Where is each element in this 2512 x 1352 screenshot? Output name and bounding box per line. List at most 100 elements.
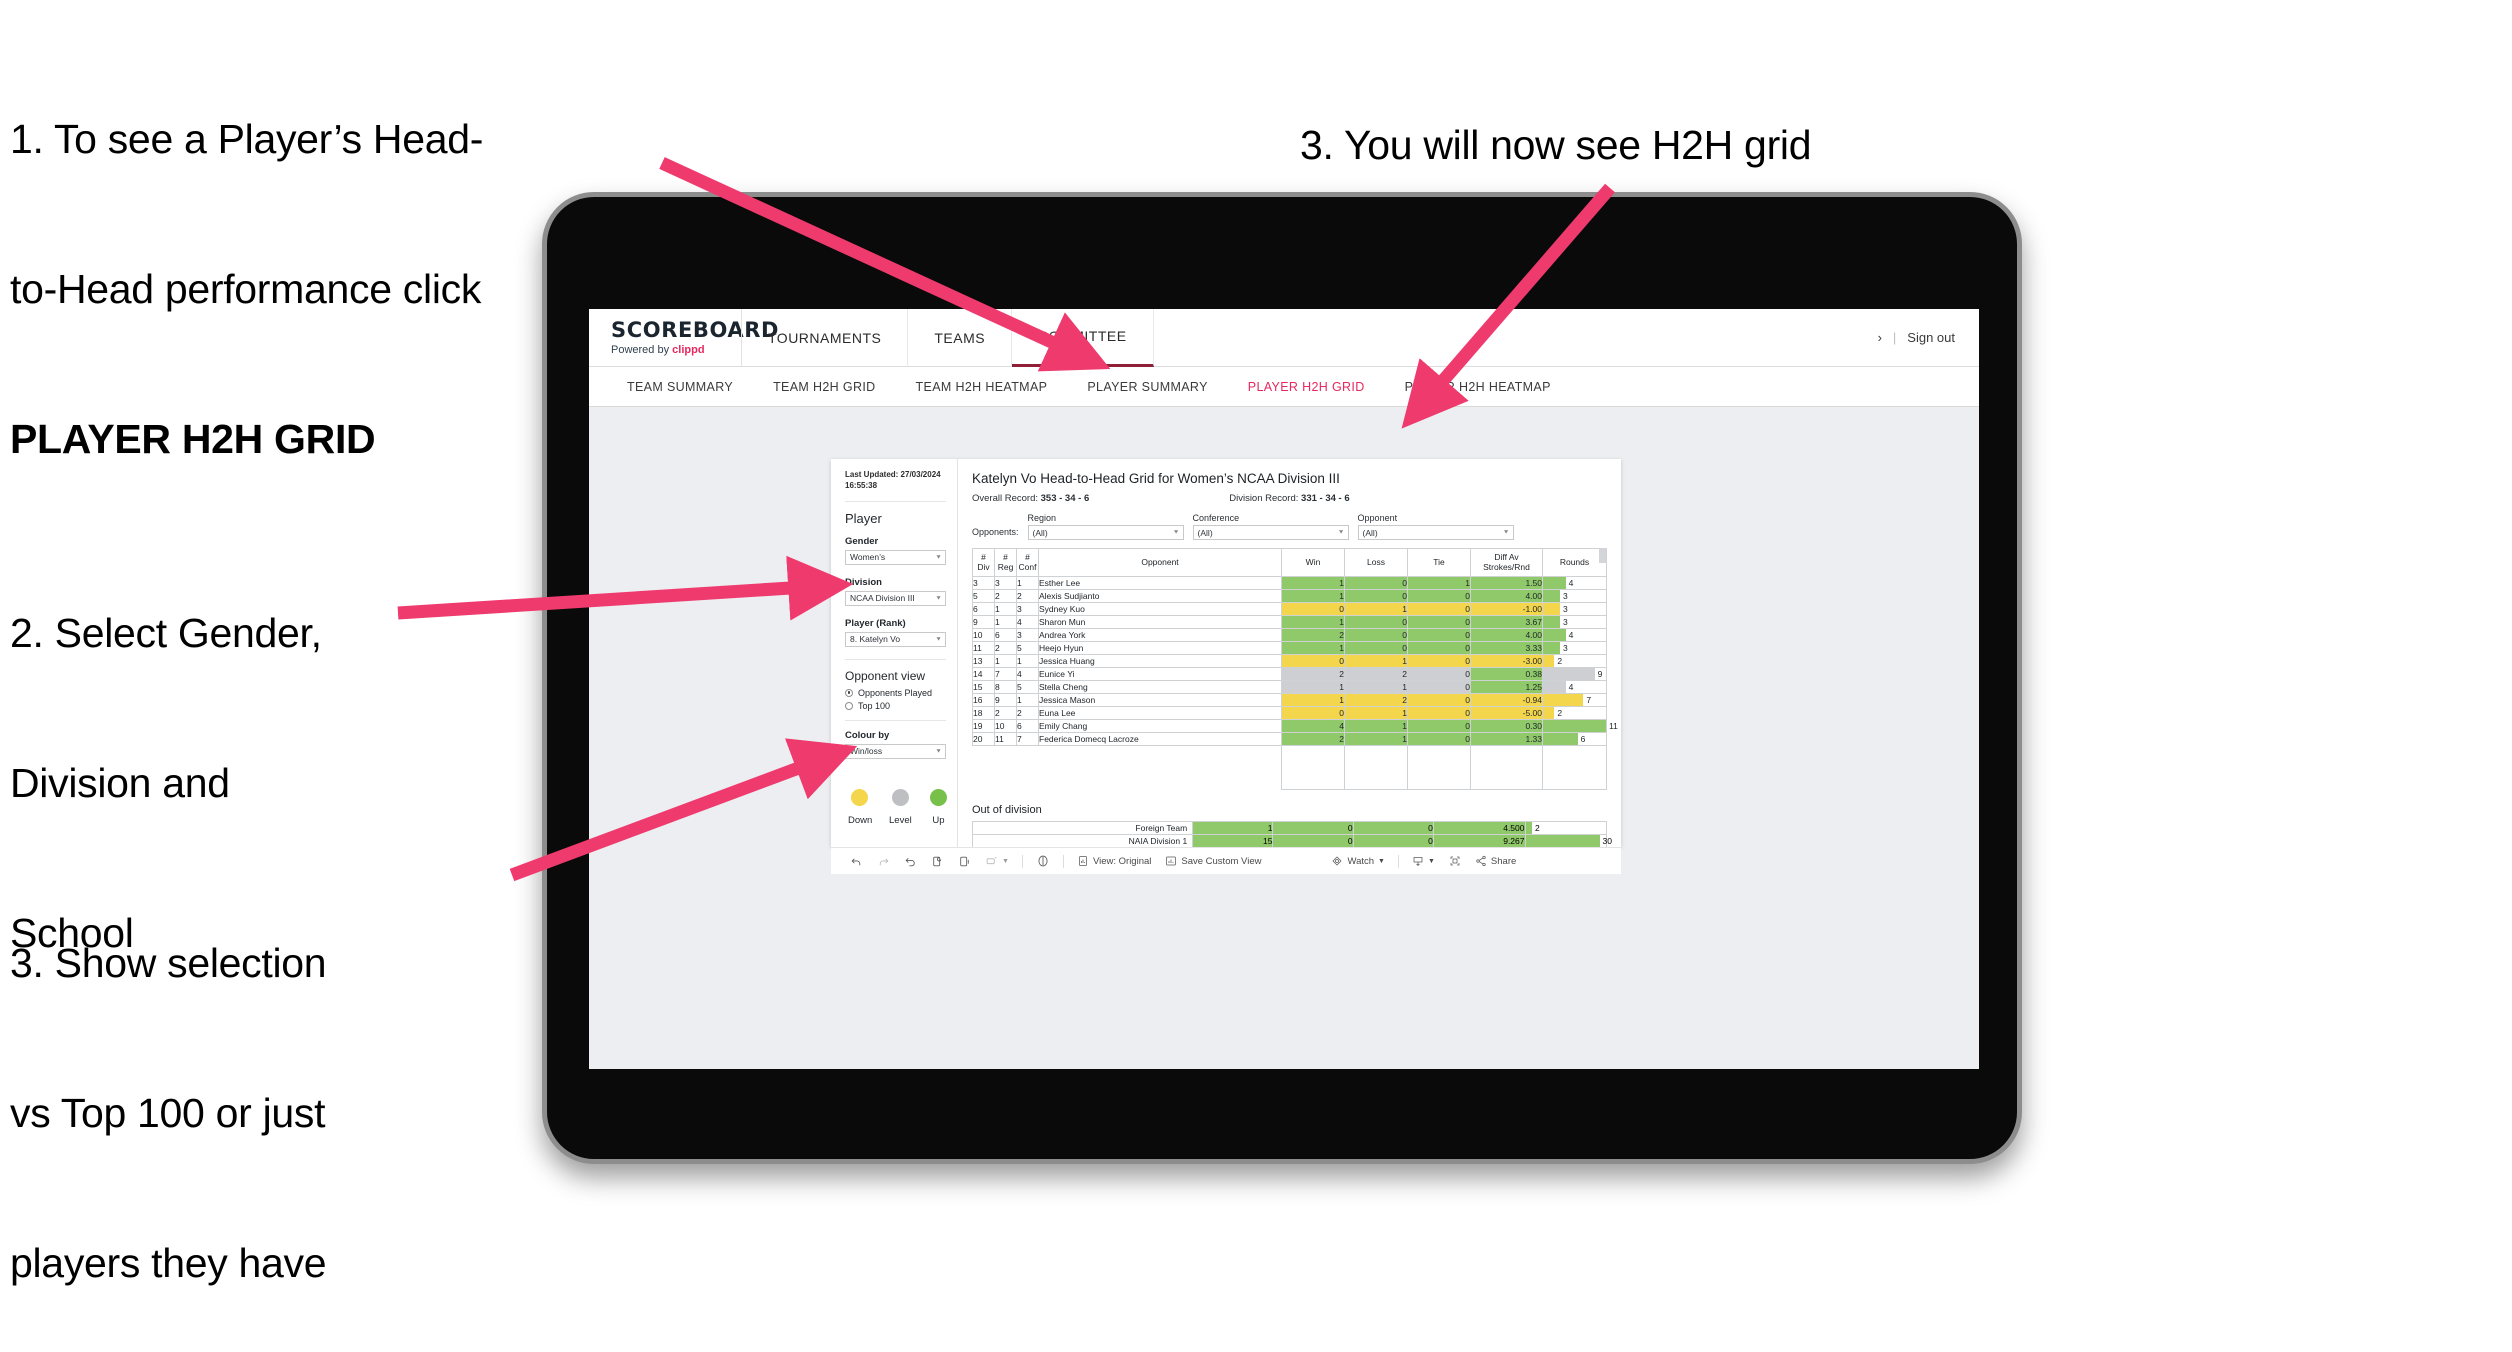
player-rank-select[interactable]: 8. Katelyn Vo ▼	[845, 631, 946, 647]
cell-reg: 2	[994, 706, 1017, 720]
col-header-loss[interactable]: Loss	[1344, 548, 1408, 577]
opponent-select[interactable]: (All) ▼	[1357, 525, 1514, 540]
cell-div: 19	[972, 719, 995, 733]
fullscreen-button[interactable]	[1442, 855, 1468, 867]
col-header-diff-l2: Strokes/Rnd	[1483, 561, 1530, 572]
legend-dot-up	[930, 788, 947, 806]
table-row[interactable]: 11 2 5 Heejo Hyun 1 0 0 3.33 3	[972, 641, 1607, 655]
legend-label-down: Down	[848, 814, 873, 826]
table-scrollbar[interactable]	[1599, 548, 1606, 563]
table-row[interactable]: 9 1 4 Sharon Mun 1 0 0 3.67 3	[972, 615, 1607, 629]
radio-top-100[interactable]: Top 100	[845, 701, 946, 711]
out-of-division-row[interactable]: Foreign Team 1 0 0 4.500 2	[971, 821, 1607, 835]
subnav-item-team-h2h-grid[interactable]: TEAM H2H GRID	[753, 367, 895, 407]
col-header-conf[interactable]: # Conf	[1016, 548, 1039, 577]
radio-opponents-played[interactable]: Opponents Played	[845, 688, 946, 698]
table-row[interactable]: 18 2 2 Euna Lee 0 1 0 -5.00 2	[972, 706, 1607, 720]
rounds-value: 3	[1563, 604, 1568, 614]
conference-select[interactable]: (All) ▼	[1192, 525, 1349, 540]
out-of-division-row[interactable]: NAIA Division 1 15 0 0 9.267 30	[971, 834, 1612, 847]
col-header-rounds[interactable]: Rounds	[1542, 548, 1607, 577]
cell-div: 10	[972, 628, 995, 642]
cell-loss: 2	[1344, 667, 1408, 681]
cell-win: 4	[1281, 719, 1345, 733]
subnav-item-player-h2h-grid[interactable]: PLAYER H2H GRID	[1228, 367, 1385, 407]
table-row[interactable]: 13 1 1 Jessica Huang 0 1 0 -3.00 2	[972, 654, 1607, 668]
save-custom-view-button[interactable]: Save Custom View	[1158, 855, 1268, 867]
pause-updates-button[interactable]	[951, 855, 978, 868]
app-header: SCOREBOARD Powered by clippd TOURNAMENTS…	[589, 309, 1979, 367]
cell-opponent: Andrea York	[1038, 628, 1282, 642]
cell-div: 20	[972, 732, 995, 746]
share-button[interactable]: Share	[1468, 855, 1523, 867]
opponents-lead-label: Opponents:	[972, 527, 1019, 537]
table-row[interactable]: 16 9 1 Jessica Mason 1 2 0 -0.94 7	[972, 693, 1607, 707]
refresh-button[interactable]	[924, 855, 951, 868]
colour-by-select-value: Win/loss	[850, 746, 883, 757]
col-header-reg[interactable]: # Reg	[994, 548, 1017, 577]
cell-conf: 3	[1016, 602, 1039, 616]
pause-auto-update-button[interactable]	[1029, 854, 1057, 868]
annotation-1-line1: 1. To see a Player’s Head-	[10, 116, 484, 163]
h2h-grid-table[interactable]: # Div # Reg # Conf Opponent Win Loss Tie Di…	[972, 548, 1618, 790]
sign-out-link[interactable]: Sign out	[1907, 330, 1955, 345]
view-original-button[interactable]: View: Original	[1070, 855, 1158, 867]
toolbar-divider-3	[1397, 854, 1399, 868]
table-row[interactable]: 5 2 2 Alexis Sudjianto 1 0 0 4.00 3	[972, 589, 1607, 603]
gender-select[interactable]: Women’s ▼	[845, 549, 946, 565]
download-button[interactable]: ▼	[1405, 855, 1442, 867]
revert-button[interactable]	[897, 855, 924, 868]
pan-mode-button[interactable]: ▼	[978, 855, 1016, 868]
out-of-division-table[interactable]: Foreign Team 1 0 0 4.500 2 NAIA Division 1 15 0 0…	[971, 821, 1612, 847]
table-row[interactable]: 19 10 6 Emily Chang 4 1 0 0.30 11	[972, 719, 1618, 733]
table-row[interactable]: 3 3 1 Esther Lee 1 0 1 1.50 4	[972, 576, 1607, 590]
table-row[interactable]: 15 8 5 Stella Cheng 1 1 0 1.25 4	[972, 680, 1607, 694]
cell-div: 18	[972, 706, 995, 720]
out-of-division-body: Foreign Team 1 0 0 4.500 2 NAIA Division 1 15 0 0…	[971, 821, 1612, 847]
cell-win: 2	[1281, 628, 1345, 642]
cell-conf: 4	[1016, 615, 1039, 629]
cell-win: 0	[1281, 654, 1345, 668]
table-spacer-row	[972, 745, 1607, 790]
colour-by-select[interactable]: Win/loss ▼	[845, 743, 946, 759]
subnav-item-team-h2h-heatmap[interactable]: TEAM H2H HEATMAP	[896, 367, 1068, 407]
table-row[interactable]: 14 7 4 Eunice Yi 2 2 0 0.38 9	[972, 667, 1607, 681]
watch-button[interactable]: Watch ▼	[1324, 855, 1392, 867]
cell-rounds: 7	[1542, 693, 1607, 707]
subnav-item-player-h2h-heatmap[interactable]: PLAYER H2H HEATMAP	[1385, 367, 1571, 407]
cell-conf: 5	[1016, 680, 1039, 694]
col-header-div[interactable]: # Div	[972, 548, 995, 577]
nav-item-committee[interactable]: COMMITTEE	[1012, 309, 1154, 367]
filter-conference: Conference (All) ▼	[1192, 513, 1349, 540]
share-label: Share	[1490, 855, 1517, 867]
workbook-canvas: Last Updated: 27/03/2024 16:55:38 Player…	[589, 407, 1979, 1069]
region-select[interactable]: (All) ▼	[1027, 525, 1184, 540]
rounds-bar	[1543, 577, 1566, 589]
toolbar-divider-2	[1062, 854, 1064, 868]
cell-loss: 0	[1344, 628, 1408, 642]
watch-label: Watch	[1347, 855, 1375, 867]
col-header-tie[interactable]: Tie	[1407, 548, 1471, 577]
nav-item-tournaments[interactable]: TOURNAMENTS	[742, 309, 909, 367]
subnav-item-player-summary[interactable]: PLAYER SUMMARY	[1067, 367, 1227, 407]
radio-top-100-label: Top 100	[858, 700, 891, 711]
col-header-win[interactable]: Win	[1281, 548, 1345, 577]
user-menu-icon[interactable]: ›	[1878, 330, 1882, 345]
subnav-item-team-summary[interactable]: TEAM SUMMARY	[607, 367, 753, 407]
legend-item-up: Up	[930, 788, 947, 826]
chevron-down-icon: ▼	[1427, 857, 1435, 865]
nav-item-teams[interactable]: TEAMS	[908, 309, 1013, 367]
cell-win: 0	[1281, 602, 1345, 616]
table-row[interactable]: 6 1 3 Sydney Kuo 0 1 0 -1.00 3	[972, 602, 1607, 616]
col-header-diff[interactable]: Diff Av Strokes/Rnd	[1470, 548, 1543, 577]
cell-conf: 7	[1016, 732, 1039, 746]
division-select[interactable]: NCAA Division III ▼	[845, 590, 946, 606]
rounds-bar	[1543, 616, 1560, 628]
col-header-opponent[interactable]: Opponent	[1038, 548, 1282, 577]
redo-button[interactable]	[870, 855, 897, 868]
table-row[interactable]: 10 6 3 Andrea York 2 0 0 4.00 4	[972, 628, 1607, 642]
cell-diff: 1.50	[1470, 576, 1543, 590]
table-row[interactable]: 20 11 7 Federica Domecq Lacroze 2 1 0 1.33 6	[972, 732, 1607, 746]
brand-logo[interactable]: SCOREBOARD Powered by clippd	[589, 319, 778, 356]
undo-button[interactable]	[843, 855, 870, 868]
